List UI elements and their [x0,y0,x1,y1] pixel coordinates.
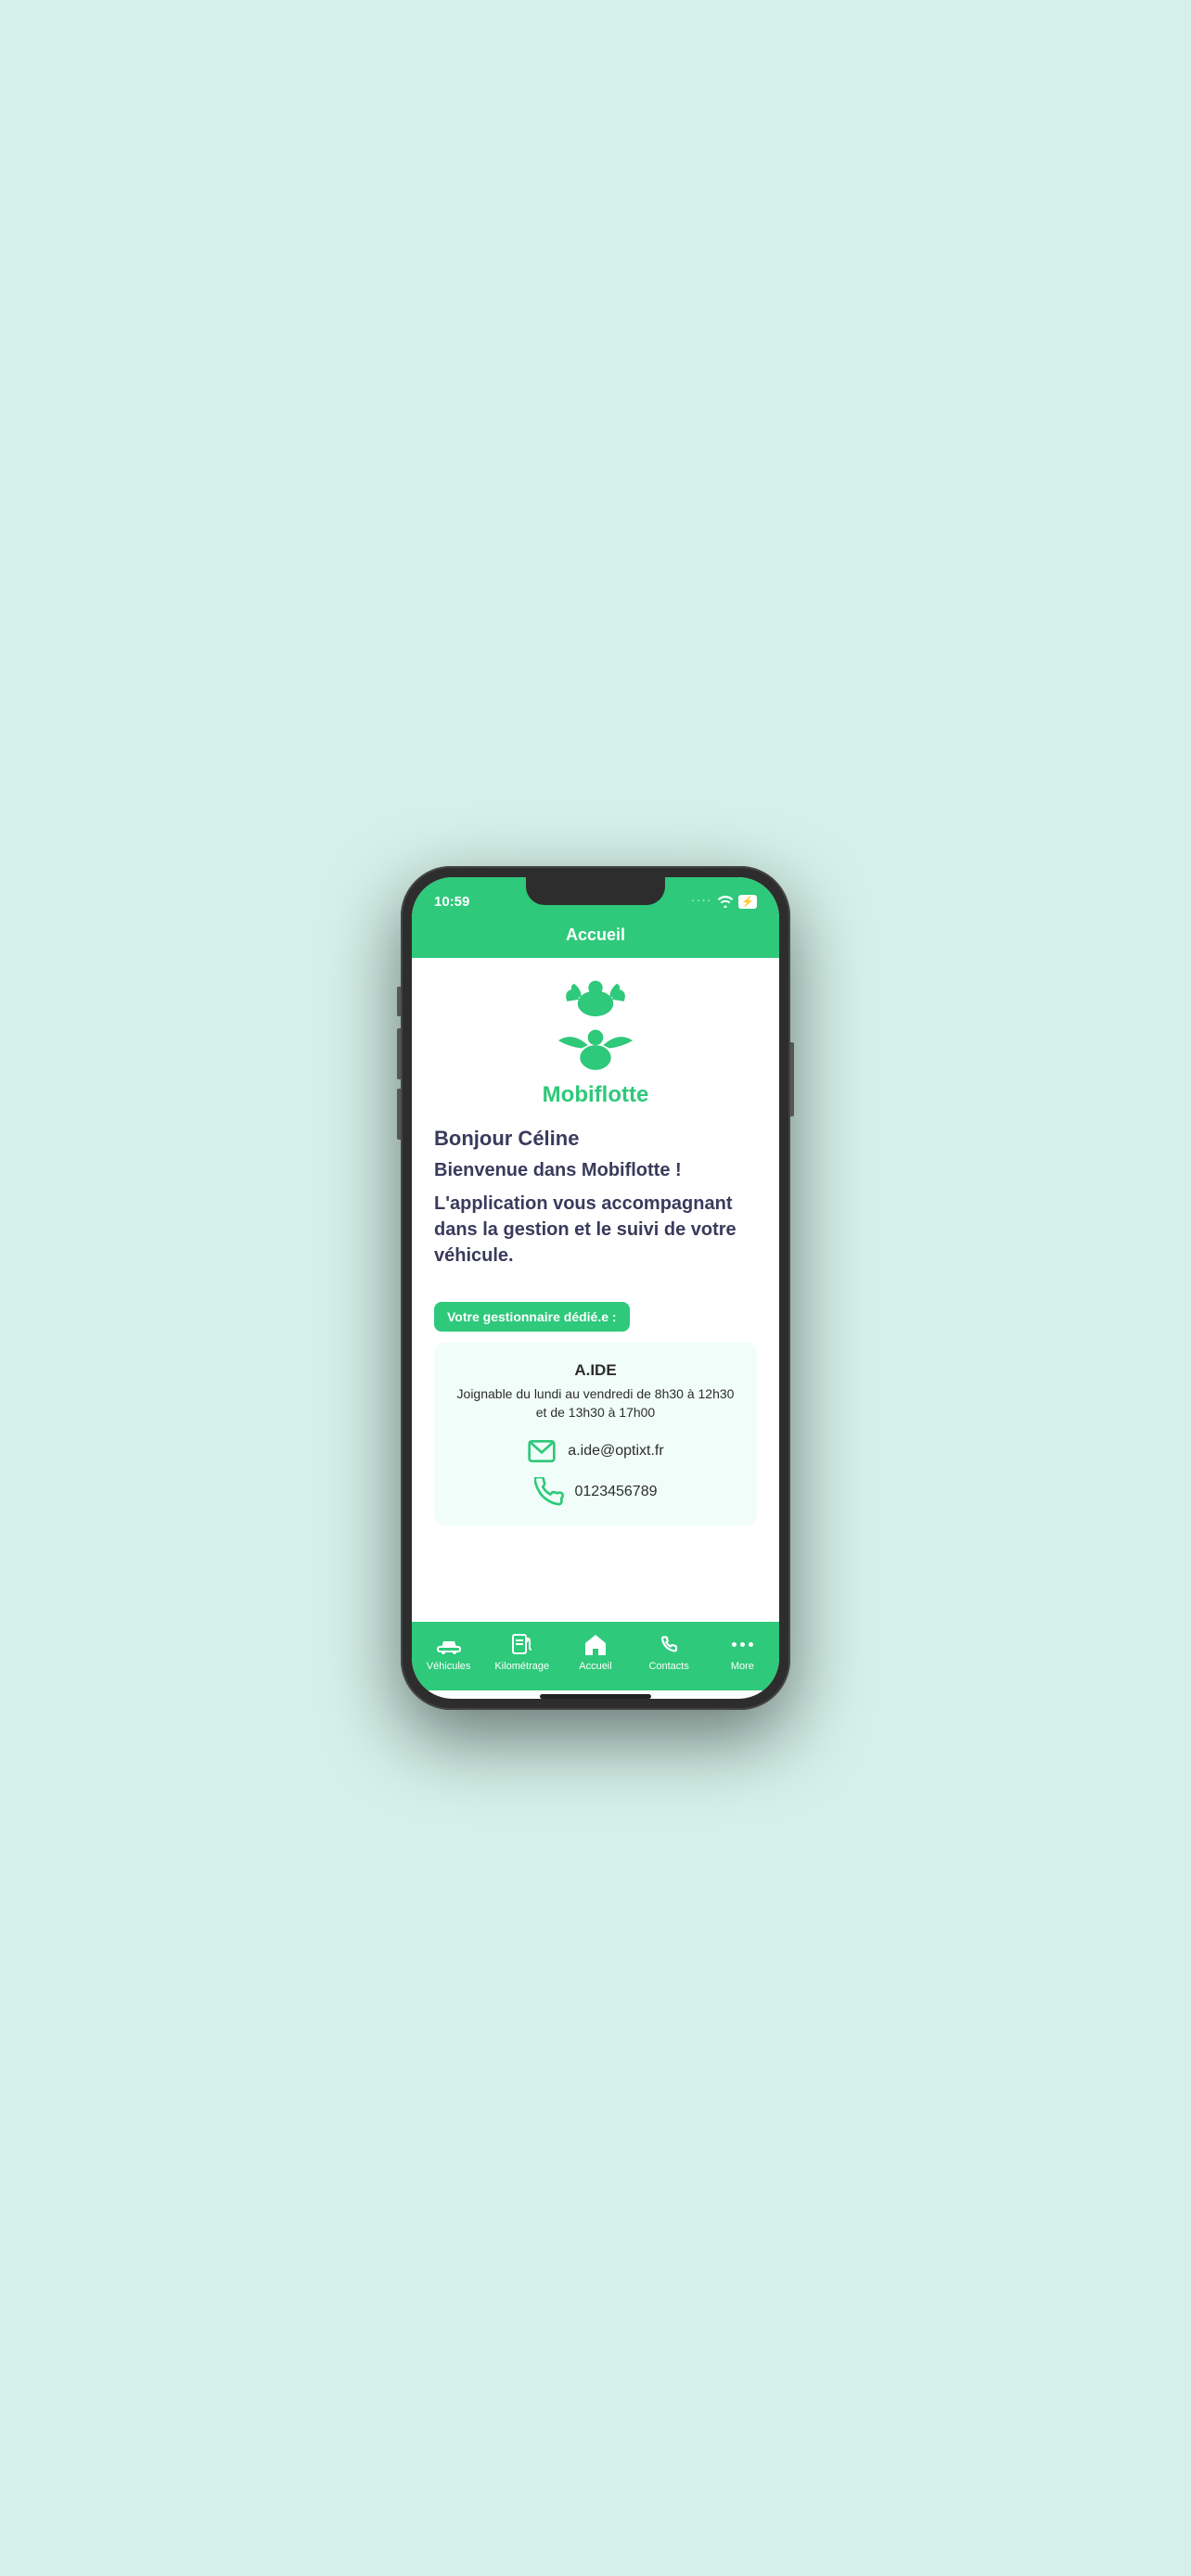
welcome-line: Bienvenue dans Mobiflotte ! [434,1160,757,1181]
logo-container: Mobiflotte [434,976,757,1108]
status-time: 10:59 [434,894,469,910]
nav-item-contacts[interactable]: Contacts [641,1631,697,1672]
nav-item-accueil[interactable]: Accueil [568,1631,623,1672]
mobiflotte-logo-graphic [549,1023,642,1078]
logo-text: Mobiflotte [543,1082,649,1108]
app-header: Accueil [412,918,779,958]
header-title: Accueil [566,925,625,944]
battery-icon: ⚡ [738,895,757,909]
phone-icon [534,1477,564,1507]
contacts-phone-icon [656,1631,682,1657]
description-text: L'application vous accompagnant dans la … [434,1191,757,1269]
side-button-vol-down [397,1089,401,1140]
bottom-navigation: Véhicules Kilométrage Accueil [412,1622,779,1690]
notch [526,877,665,905]
nav-item-vehicules[interactable]: Véhicules [421,1631,477,1672]
wifi-icon [717,895,734,908]
fuel-icon [509,1631,535,1657]
manager-card: A.IDE Joignable du lundi au vendredi de … [434,1343,757,1525]
side-button-vol-up [397,1028,401,1079]
car-icon [436,1631,462,1657]
nav-label-accueil: Accueil [579,1661,611,1672]
home-icon [583,1631,608,1657]
side-button-power [790,1042,794,1116]
main-content: Mobiflotte Bonjour Céline Bienvenue dans… [412,958,779,1622]
mobiflotte-logo-icon [558,976,633,1023]
manager-section: Votre gestionnaire dédié.e : A.IDE Joign… [434,1302,757,1525]
greeting-text: Bonjour Céline [434,1127,757,1151]
manager-hours: Joignable du lundi au vendredi de 8h30 à… [453,1385,738,1422]
nav-label-kilometrage: Kilométrage [494,1661,549,1672]
email-icon [527,1436,557,1466]
phone-number: 0123456789 [575,1484,658,1500]
nav-item-kilometrage[interactable]: Kilométrage [494,1631,550,1672]
email-contact[interactable]: a.ide@optixt.fr [527,1436,663,1466]
welcome-section: Bonjour Céline Bienvenue dans Mobiflotte… [434,1127,757,1269]
nav-label-more: More [731,1661,754,1672]
nav-label-vehicules: Véhicules [427,1661,471,1672]
home-indicator [540,1694,651,1699]
signal-dots-icon: ···· [692,896,713,907]
phone-frame: 10:59 ···· ⚡ Accueil [401,866,790,1710]
manager-name: A.IDE [453,1361,738,1380]
nav-item-more[interactable]: More [714,1631,770,1672]
status-icons: ···· ⚡ [692,895,757,909]
more-dots-icon [732,1631,753,1657]
manager-contacts: a.ide@optixt.fr 0123456789 [453,1436,738,1507]
nav-label-contacts: Contacts [648,1661,688,1672]
email-address: a.ide@optixt.fr [568,1443,663,1460]
manager-badge: Votre gestionnaire dédié.e : [434,1302,630,1332]
side-button-mute [397,987,401,1016]
phone-contact[interactable]: 0123456789 [534,1477,658,1507]
phone-screen: 10:59 ···· ⚡ Accueil [412,877,779,1699]
